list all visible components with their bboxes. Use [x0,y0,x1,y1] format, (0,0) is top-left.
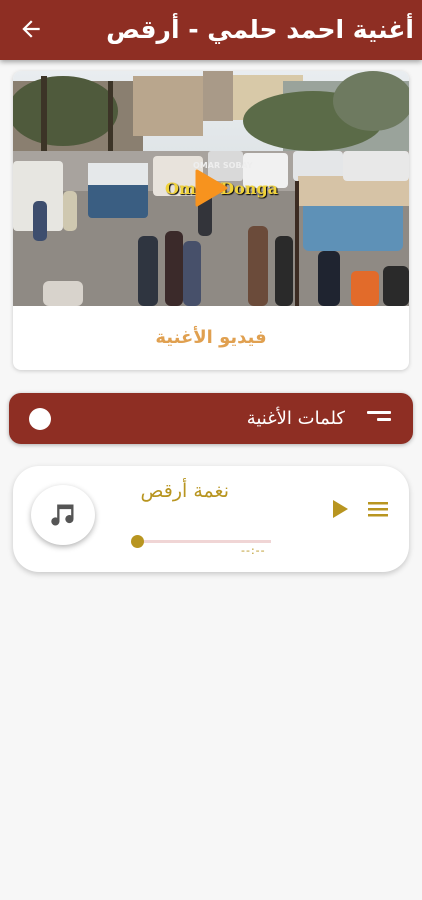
lyrics-toggle-bar[interactable]: كلمات الأغنية [9,393,413,444]
track-time: --:-- [241,544,266,557]
sort-icon [367,411,391,427]
seek-bar[interactable] [137,540,271,543]
lyrics-toggle-indicator[interactable] [29,408,51,430]
music-note-icon [51,504,74,526]
back-arrow-icon[interactable] [18,16,44,42]
menu-icon[interactable] [367,500,389,518]
music-note-button[interactable] [31,485,95,545]
video-card[interactable]: OMAR SOBAY Omar Donga فيديو الأغنية [13,71,409,370]
video-thumbnail[interactable]: OMAR SOBAY Omar Donga [13,71,409,306]
app-bar: أغنية احمد حلمي - أرقص [0,0,422,60]
page-title: أغنية احمد حلمي - أرقص [106,15,414,44]
play-icon[interactable] [331,499,349,519]
lyrics-label: كلمات الأغنية [246,408,345,429]
video-label[interactable]: فيديو الأغنية [13,306,409,370]
video-play-icon[interactable] [194,169,228,207]
seek-thumb[interactable] [131,535,144,548]
audio-player-card: نغمة أرقص --:-- [13,466,409,572]
track-title: نغمة أرقص [140,480,229,502]
